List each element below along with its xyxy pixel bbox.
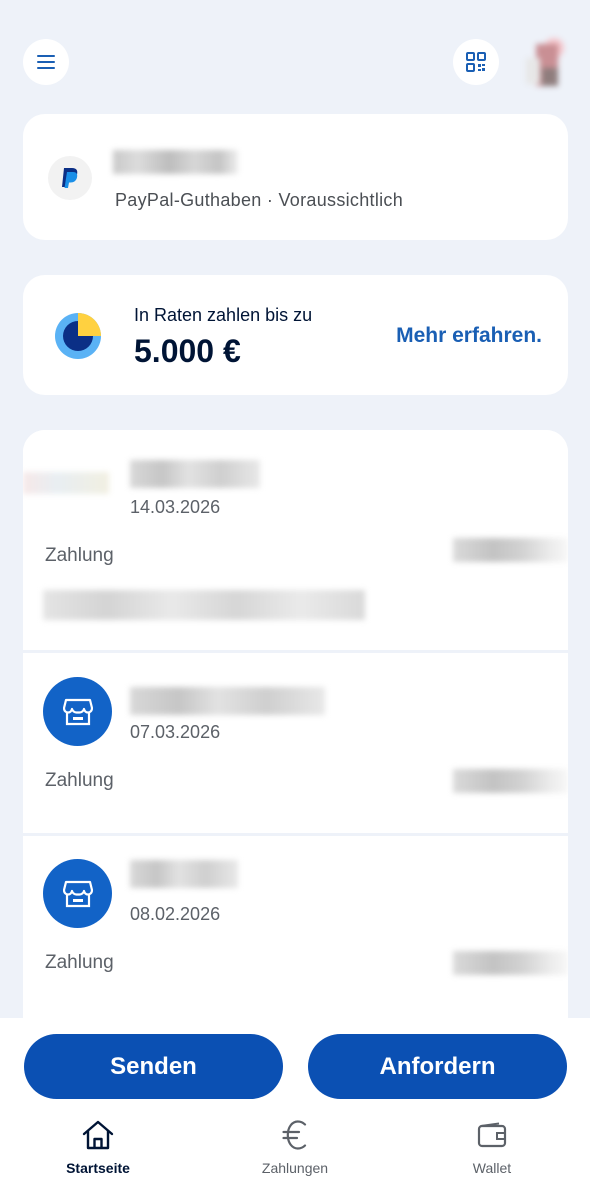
- transaction-name-redacted: [130, 460, 260, 488]
- transaction-type: Zahlung: [45, 952, 114, 973]
- learn-more-link[interactable]: Mehr erfahren.: [396, 324, 542, 348]
- store-icon: [43, 859, 112, 928]
- transaction-amount-redacted: [453, 769, 568, 793]
- profile-avatar[interactable]: [520, 38, 572, 88]
- transaction-item[interactable]: 08.02.2026 Zahlung: [23, 836, 568, 1030]
- transaction-note-redacted: [43, 590, 365, 620]
- home-icon: [82, 1120, 114, 1150]
- send-button[interactable]: Senden: [24, 1034, 283, 1099]
- nav-payments[interactable]: Zahlungen: [230, 1118, 360, 1176]
- balance-subtitle: PayPal-Guthaben · Voraussichtlich: [115, 190, 404, 210]
- wallet-icon: [477, 1122, 507, 1148]
- qr-code-button[interactable]: [453, 39, 499, 85]
- nav-wallet[interactable]: Wallet: [427, 1118, 557, 1176]
- balance-amount-redacted: [113, 150, 238, 174]
- hamburger-menu-icon: [37, 55, 55, 69]
- credit-amount: 5.000 €: [134, 333, 241, 369]
- transaction-name-redacted: [130, 860, 238, 888]
- paypal-logo: [48, 156, 92, 200]
- transaction-type: Zahlung: [45, 770, 114, 791]
- transaction-amount-redacted: [453, 951, 568, 975]
- store-icon: [43, 677, 112, 746]
- pie-chart-icon: [55, 313, 101, 359]
- transaction-date: 14.03.2026: [130, 497, 221, 517]
- credit-label: In Raten zahlen bis zu: [134, 305, 313, 325]
- nav-payments-label: Zahlungen: [261, 1160, 329, 1176]
- installment-credit-card[interactable]: In Raten zahlen bis zu 5.000 € Mehr erfa…: [23, 275, 568, 395]
- merchant-thumbnail: [23, 472, 109, 494]
- transaction-date: 07.03.2026: [130, 722, 221, 742]
- transaction-date: 08.02.2026: [130, 904, 221, 924]
- transactions-list: 14.03.2026 Zahlung 07.03.2026 Zahlung 08…: [23, 430, 568, 1030]
- top-header: [0, 38, 590, 88]
- balance-card[interactable]: PayPal-Guthaben · Voraussichtlich: [23, 114, 568, 240]
- transaction-type: Zahlung: [45, 545, 114, 566]
- request-button[interactable]: Anfordern: [308, 1034, 567, 1099]
- nav-home[interactable]: Startseite: [33, 1118, 163, 1176]
- transaction-name-redacted: [130, 687, 325, 715]
- transaction-item[interactable]: 14.03.2026 Zahlung: [23, 430, 568, 650]
- qr-code-icon: [466, 52, 486, 72]
- bottom-panel: Senden Anfordern Startseite Zahlungen Wa…: [0, 1018, 590, 1184]
- nav-wallet-label: Wallet: [472, 1160, 512, 1176]
- transaction-item[interactable]: 07.03.2026 Zahlung: [23, 653, 568, 833]
- menu-button[interactable]: [23, 39, 69, 85]
- nav-home-label: Startseite: [66, 1160, 130, 1176]
- euro-icon: [282, 1120, 307, 1150]
- transaction-amount-redacted: [453, 538, 568, 562]
